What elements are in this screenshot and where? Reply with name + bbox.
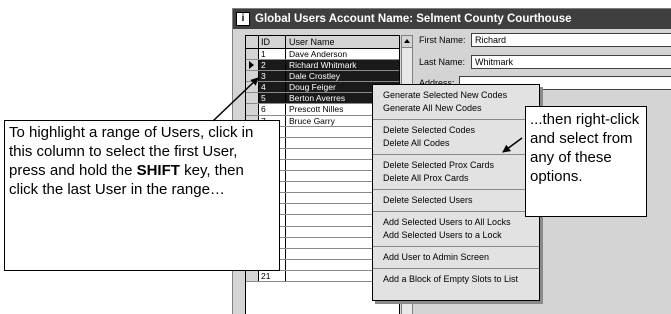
annotation-arrows xyxy=(212,77,523,153)
arrow-to-selector-column-icon xyxy=(212,77,259,122)
arrow-to-context-menu-icon xyxy=(502,137,523,153)
